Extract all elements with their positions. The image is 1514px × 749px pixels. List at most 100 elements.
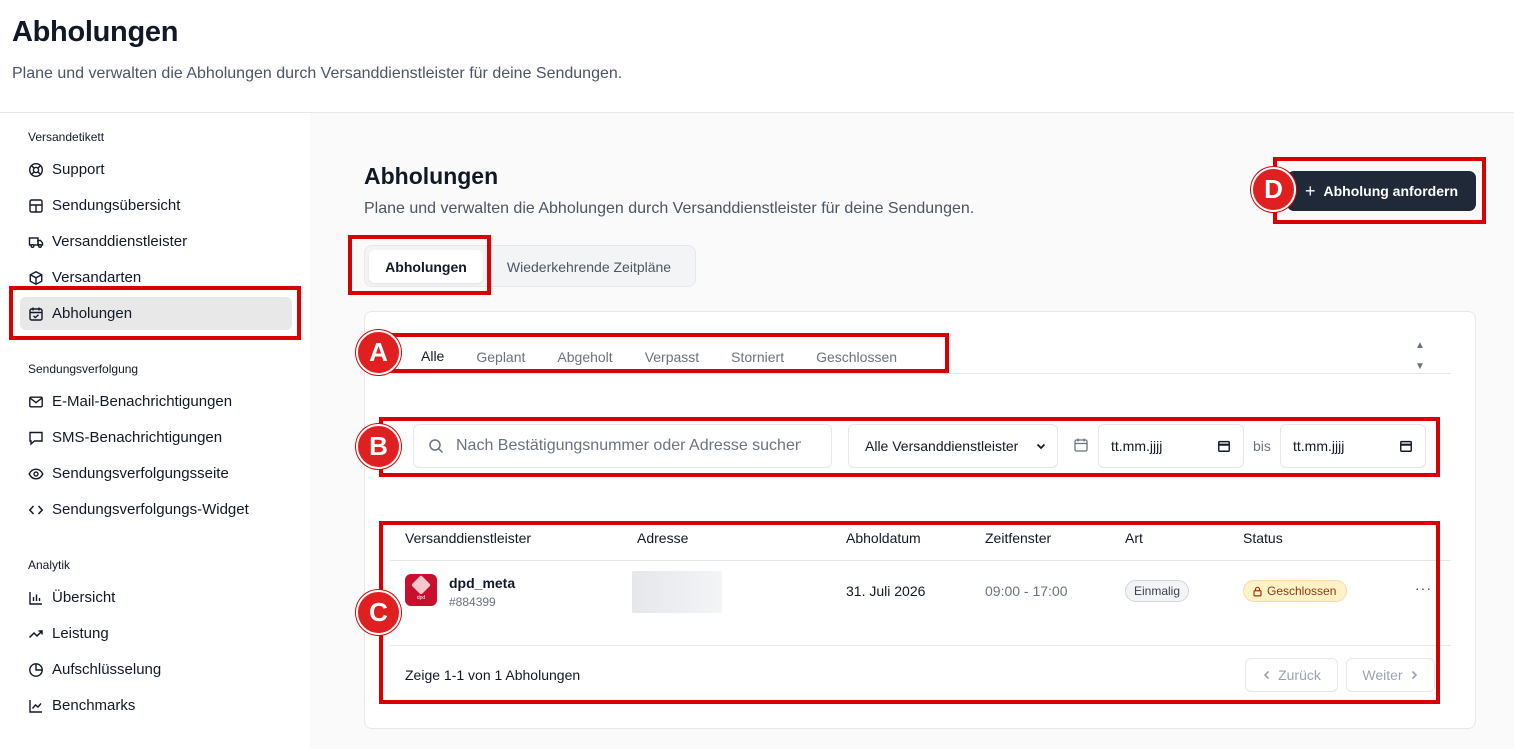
page-header: Abholungen Plane und verwalten die Abhol…	[0, 0, 1514, 113]
request-pickup-label: Abholung anfordern	[1323, 183, 1459, 199]
section-title: Abholungen	[364, 163, 499, 189]
calendar-icon	[1074, 438, 1088, 452]
date-from-value: tt.mm.jjjj	[1111, 438, 1163, 454]
pagination-next-label: Weiter	[1362, 667, 1403, 683]
trending-up-icon	[28, 626, 44, 642]
sidebar-item-label: Versandarten	[52, 269, 142, 286]
status-tab-geschlossen[interactable]: Geschlossen	[800, 342, 913, 372]
sidebar-item-email-benachrichtigungen[interactable]: E-Mail-Benachrichtigungen	[20, 385, 292, 418]
plus-icon: +	[1304, 181, 1316, 201]
section-subtitle: Plane und verwalten die Abholungen durch…	[364, 200, 975, 217]
sidebar-section-title: Analytik	[28, 558, 71, 572]
sidebar-item-sendungsuebersicht[interactable]: Sendungsübersicht	[20, 189, 292, 222]
sidebar-item-versandarten[interactable]: Versandarten	[20, 261, 292, 294]
status-tab-verpasst[interactable]: Verpasst	[629, 342, 715, 372]
calendar-check-icon	[28, 306, 44, 322]
pie-chart-icon	[28, 662, 44, 678]
status-tab-storniert[interactable]: Storniert	[715, 342, 800, 372]
status-label: Geschlossen	[1267, 584, 1337, 598]
pagination-prev-button[interactable]: Zurück	[1245, 658, 1338, 692]
pagination-summary: Zeige 1-1 von 1 Abholungen	[405, 667, 581, 683]
sidebar-item-uebersicht[interactable]: Übersicht	[20, 581, 292, 614]
carrier-select[interactable]: Alle Versanddienstleister	[848, 424, 1058, 468]
package-icon	[28, 270, 44, 286]
chevron-up-icon[interactable]: ▲	[1415, 340, 1425, 351]
mail-icon	[28, 394, 44, 410]
pagination-next-button[interactable]: Weiter	[1346, 658, 1435, 692]
date-to-value: tt.mm.jjjj	[1293, 438, 1345, 454]
search-field[interactable]	[413, 424, 832, 468]
column-header-address[interactable]: Adresse	[637, 530, 688, 546]
sidebar-item-label: Sendungsverfolgungsseite	[52, 465, 229, 482]
date-range-separator: bis	[1253, 438, 1271, 454]
status-filter-tabs: Alle Geplant Abgeholt Verpasst Storniert…	[405, 342, 913, 374]
date-to-input[interactable]: tt.mm.jjjj	[1280, 424, 1426, 468]
message-icon	[28, 430, 44, 446]
sidebar-item-support[interactable]: Support	[20, 153, 292, 186]
main-content: Abholungen Plane und verwalten die Abhol…	[310, 113, 1514, 749]
chevron-down-icon	[1036, 443, 1046, 450]
sidebar: Versandetikett Support Sendungsübersicht…	[0, 113, 310, 749]
column-header-timeslot[interactable]: Zeitfenster	[985, 530, 1051, 546]
pickups-card: Alle Geplant Abgeholt Verpasst Storniert…	[364, 311, 1476, 729]
sidebar-section-title: Sendungsverfolgung	[28, 362, 139, 376]
sidebar-item-sendungsverfolgungs-widget[interactable]: Sendungsverfolgungs-Widget	[20, 493, 292, 526]
sidebar-section-title: Versandetikett	[28, 130, 105, 144]
table-divider	[390, 645, 1451, 646]
sidebar-item-label: E-Mail-Benachrichtigungen	[52, 393, 233, 410]
sidebar-item-sms-benachrichtigungen[interactable]: SMS-Benachrichtigungen	[20, 421, 292, 454]
sidebar-item-versanddienstleister[interactable]: Versanddienstleister	[20, 225, 292, 258]
carrier-select-value: Alle Versanddienstleister	[865, 438, 1019, 454]
tab-scroll-arrows[interactable]: ▲ ▼	[1413, 340, 1427, 372]
carrier-logo-text: dpd	[416, 594, 426, 601]
layout-icon	[28, 198, 44, 214]
row-actions-menu[interactable]: ···	[1415, 580, 1432, 596]
annotation-marker-a: A	[356, 330, 401, 375]
search-icon	[429, 439, 444, 454]
tab-wiederkehrende-zeitplaene[interactable]: Wiederkehrende Zeitpläne	[489, 250, 689, 283]
sidebar-item-leistung[interactable]: Leistung	[20, 617, 292, 650]
search-input[interactable]	[456, 437, 801, 455]
page-subtitle: Plane und verwalten die Abholungen durch…	[12, 65, 623, 82]
sidebar-item-label: Support	[52, 161, 105, 178]
address-redacted	[632, 571, 722, 613]
carrier-name: dpd_meta	[449, 575, 516, 591]
view-tabs: Abholungen Wiederkehrende Zeitpläne	[364, 245, 696, 287]
status-badge: Geschlossen	[1243, 580, 1348, 602]
sidebar-item-label: Aufschlüsselung	[52, 661, 162, 678]
sidebar-item-label: Übersicht	[52, 589, 116, 606]
calendar-icon[interactable]	[1399, 439, 1413, 453]
eye-icon	[28, 466, 44, 482]
dpd-cube-icon	[411, 574, 431, 595]
column-header-type[interactable]: Art	[1125, 530, 1143, 546]
sidebar-item-label: SMS-Benachrichtigungen	[52, 429, 223, 446]
lifebuoy-icon	[28, 162, 44, 178]
pagination-prev-label: Zurück	[1278, 667, 1321, 683]
sidebar-item-abholungen[interactable]: Abholungen	[20, 297, 292, 330]
status-tab-geplant[interactable]: Geplant	[460, 342, 541, 372]
sidebar-item-label: Versanddienstleister	[52, 233, 188, 250]
request-pickup-button[interactable]: + Abholung anfordern	[1287, 171, 1476, 211]
sidebar-item-sendungsverfolgungsseite[interactable]: Sendungsverfolgungsseite	[20, 457, 292, 490]
pickup-timeslot: 09:00 - 17:00	[985, 583, 1068, 599]
sidebar-item-aufschluesselung[interactable]: Aufschlüsselung	[20, 653, 292, 686]
sidebar-item-benchmarks[interactable]: Benchmarks	[20, 689, 292, 722]
status-tab-alle[interactable]: Alle	[405, 342, 461, 372]
sidebar-item-label: Sendungsübersicht	[52, 197, 181, 214]
chevron-right-icon	[1411, 670, 1417, 680]
tab-abholungen[interactable]: Abholungen	[369, 250, 483, 283]
column-header-status[interactable]: Status	[1243, 530, 1283, 546]
pickup-date: 31. Juli 2026	[846, 583, 926, 599]
date-from-input[interactable]: tt.mm.jjjj	[1098, 424, 1244, 468]
status-tab-abgeholt[interactable]: Abgeholt	[541, 342, 628, 372]
column-header-date[interactable]: Abholdatum	[846, 530, 921, 546]
column-header-carrier[interactable]: Versanddienstleister	[405, 530, 531, 546]
page-title: Abholungen	[12, 16, 179, 48]
annotation-marker-d: D	[1251, 167, 1296, 212]
truck-icon	[28, 234, 44, 250]
sidebar-item-label: Abholungen	[52, 305, 133, 322]
tabs-divider	[390, 373, 1451, 374]
calendar-icon[interactable]	[1217, 439, 1231, 453]
chevron-down-icon[interactable]: ▼	[1415, 361, 1425, 372]
lock-icon	[1253, 586, 1262, 596]
